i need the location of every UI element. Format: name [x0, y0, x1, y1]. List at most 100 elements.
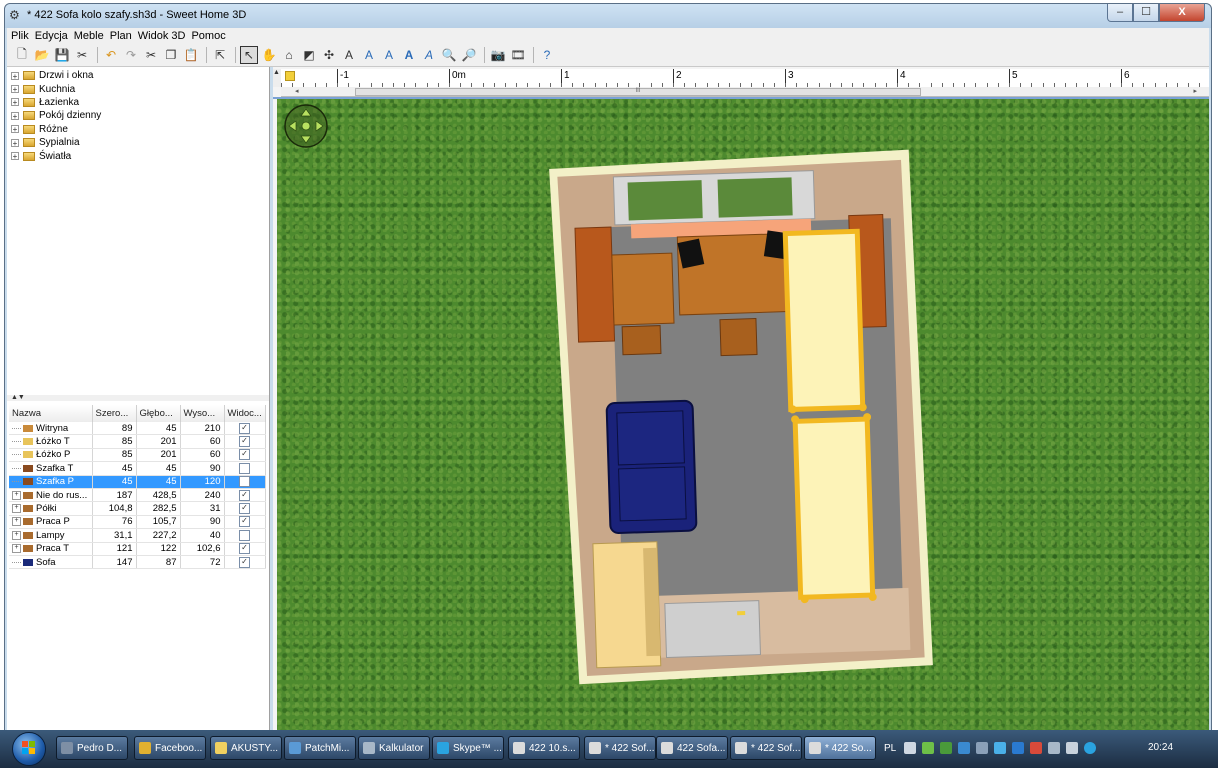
- visible-checkbox[interactable]: [239, 476, 250, 488]
- cell-name[interactable]: + Półki: [9, 501, 93, 516]
- column-header-depth[interactable]: Głębo...: [136, 405, 181, 422]
- cell-depth[interactable]: 45: [136, 475, 181, 489]
- expand-icon[interactable]: +: [12, 530, 21, 540]
- taskbar-button[interactable]: * 422 So...: [804, 736, 876, 760]
- cell-width[interactable]: 76: [92, 515, 137, 530]
- cell-height[interactable]: 102,6: [180, 542, 225, 556]
- cell-depth[interactable]: 87: [136, 555, 181, 570]
- start-button[interactable]: [12, 732, 46, 766]
- visible-checkbox[interactable]: [239, 462, 250, 474]
- cell-depth[interactable]: 45: [136, 422, 181, 436]
- taskbar-button[interactable]: 422 10.s...: [508, 736, 580, 760]
- expand-icon[interactable]: +: [11, 138, 19, 147]
- cell-name[interactable]: + Praca P: [9, 515, 93, 530]
- table-row[interactable]: Łóżko T 85 201 60 ✓: [9, 434, 266, 449]
- cell-name[interactable]: + Lampy: [9, 528, 93, 543]
- table-row[interactable]: + Praca T 121 122 102,6 ✓: [9, 542, 266, 556]
- cell-width[interactable]: 187: [92, 488, 137, 503]
- cell-depth[interactable]: 428,5: [136, 488, 181, 503]
- preferences-icon[interactable]: ✂: [73, 46, 91, 64]
- taskbar-button[interactable]: PatchMi...: [284, 736, 356, 760]
- expand-icon[interactable]: +: [12, 490, 21, 500]
- cell-depth[interactable]: 122: [136, 542, 181, 556]
- cell-width[interactable]: 147: [92, 555, 137, 570]
- network-tool-icon[interactable]: [976, 742, 989, 754]
- cell-name[interactable]: Sofa: [9, 555, 93, 570]
- cell-height[interactable]: 40: [180, 528, 225, 543]
- cell-name[interactable]: Witryna: [9, 422, 93, 436]
- cell-width[interactable]: 121: [92, 542, 137, 556]
- create-dimensions-icon[interactable]: ✣: [320, 46, 338, 64]
- create-photo-icon[interactable]: 📷: [489, 46, 507, 64]
- zoom-in-icon[interactable]: 🔍: [440, 46, 458, 64]
- visible-checkbox[interactable]: [239, 529, 250, 541]
- minimize-button[interactable]: –: [1107, 4, 1133, 22]
- taskbar-button[interactable]: 422 Sofa...: [656, 736, 728, 760]
- column-header-name[interactable]: Nazwa: [9, 405, 93, 422]
- shield-icon[interactable]: [940, 742, 953, 754]
- table-row[interactable]: Szafka T 45 45 90: [9, 461, 266, 476]
- create-rooms-icon[interactable]: ◩: [300, 46, 318, 64]
- italic-text-icon[interactable]: A: [420, 46, 438, 64]
- cell-depth[interactable]: 282,5: [136, 501, 181, 516]
- maximize-button[interactable]: ☐: [1133, 4, 1159, 22]
- catalog-category-sypialnia[interactable]: + Sypialnia: [7, 136, 269, 149]
- table-row[interactable]: + Półki 104,8 282,5 31 ✓: [9, 501, 266, 516]
- cell-height[interactable]: 90: [180, 515, 225, 530]
- cell-name[interactable]: Szafka P: [9, 475, 93, 489]
- menu-plik[interactable]: Plik: [11, 30, 29, 42]
- checkmark-icon[interactable]: [922, 742, 935, 754]
- column-header-visible[interactable]: Widoc...: [224, 405, 266, 422]
- expand-icon[interactable]: +: [11, 98, 19, 107]
- catalog-category-kuchnia[interactable]: + Kuchnia: [7, 82, 269, 95]
- taskbar-button[interactable]: Kalkulator: [358, 736, 430, 760]
- taskbar-button[interactable]: Pedro D...: [56, 736, 128, 760]
- cut-icon[interactable]: ✂: [142, 46, 160, 64]
- messenger-icon[interactable]: [994, 742, 1007, 754]
- expand-icon[interactable]: +: [12, 517, 21, 527]
- menu-plan[interactable]: Plan: [110, 30, 132, 42]
- panel-splitter[interactable]: ▲▼: [7, 394, 269, 401]
- new-file-icon[interactable]: 🗋: [13, 46, 31, 64]
- scroll-right-icon[interactable]: ▸: [1193, 87, 1197, 95]
- menu-widok3d[interactable]: Widok 3D: [138, 30, 186, 42]
- table-row[interactable]: Szafka P 45 45 120: [9, 475, 266, 489]
- cell-height[interactable]: 90: [180, 461, 225, 476]
- taskbar-clock[interactable]: 20:24: [1148, 742, 1173, 753]
- column-header-height[interactable]: Wyso...: [180, 405, 225, 422]
- 3d-view-canvas[interactable]: [277, 99, 1209, 735]
- cell-width[interactable]: 85: [92, 434, 137, 449]
- expand-icon[interactable]: +: [11, 111, 19, 120]
- cell-depth[interactable]: 201: [136, 434, 181, 449]
- visible-checkbox[interactable]: ✓: [239, 543, 250, 555]
- expand-icon[interactable]: +: [12, 544, 21, 554]
- save-icon[interactable]: 💾: [53, 46, 71, 64]
- table-row[interactable]: Łóżko P 85 201 60 ✓: [9, 448, 266, 463]
- bold-text-icon[interactable]: A: [400, 46, 418, 64]
- visible-checkbox[interactable]: ✓: [239, 422, 250, 434]
- visible-checkbox[interactable]: ✓: [239, 449, 250, 461]
- taskbar-button[interactable]: * 422 Sof...: [584, 736, 656, 760]
- visible-checkbox[interactable]: ✓: [239, 489, 250, 501]
- expand-icon[interactable]: +: [11, 85, 19, 94]
- menu-meble[interactable]: Meble: [74, 30, 104, 42]
- cell-name[interactable]: + Nie do rus...: [9, 488, 93, 503]
- cell-height[interactable]: 60: [180, 448, 225, 463]
- pan-mode-icon[interactable]: ✋: [260, 46, 278, 64]
- cell-name[interactable]: Łóżko P: [9, 448, 93, 463]
- cell-depth[interactable]: 45: [136, 461, 181, 476]
- cell-width[interactable]: 85: [92, 448, 137, 463]
- language-indicator[interactable]: PL: [884, 743, 896, 754]
- visible-checkbox[interactable]: ✓: [239, 503, 250, 515]
- menu-edycja[interactable]: Edycja: [35, 30, 68, 42]
- close-button[interactable]: X: [1159, 4, 1205, 22]
- cell-width[interactable]: 104,8: [92, 501, 137, 516]
- furniture-catalog[interactable]: + Drzwi i okna + Kuchnia + Łazienka + Pokój …: [7, 67, 269, 396]
- taskbar-button[interactable]: AKUSTY...: [210, 736, 282, 760]
- cell-height[interactable]: 210: [180, 422, 225, 436]
- catalog-category-swiatla[interactable]: + Światła: [7, 149, 269, 162]
- add-furniture-icon[interactable]: ⇱: [211, 46, 229, 64]
- help-icon[interactable]: ?: [538, 46, 556, 64]
- cell-width[interactable]: 89: [92, 422, 137, 436]
- flag-icon[interactable]: [1030, 742, 1043, 754]
